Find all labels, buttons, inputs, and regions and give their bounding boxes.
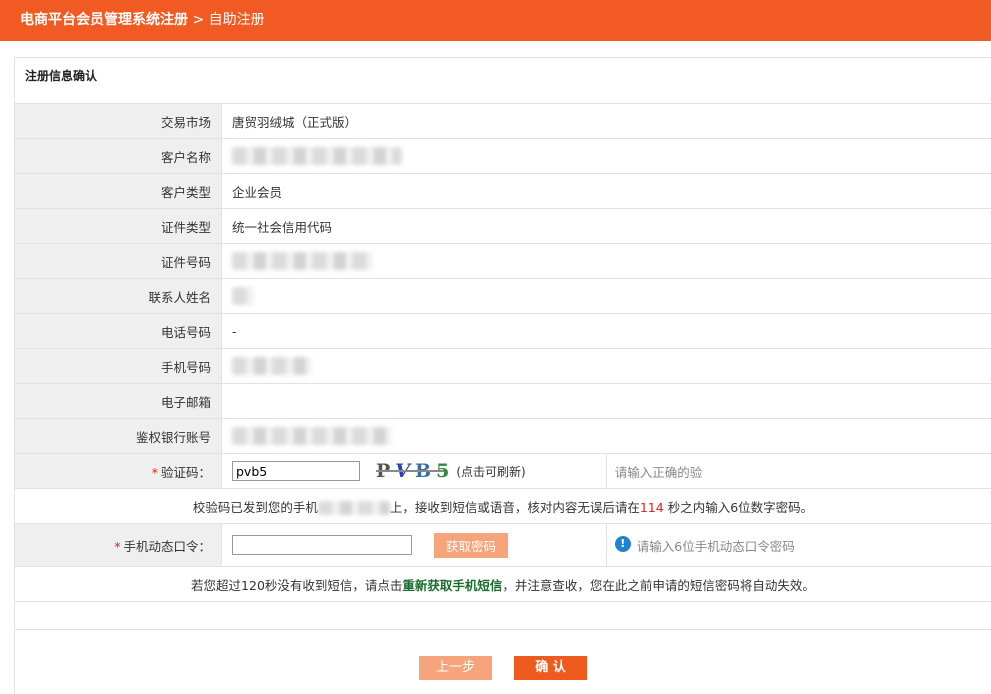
field-row-customer-type: 客户类型 企业会员 [15,173,991,209]
captcha-refresh-link[interactable]: (点击可刷新) [456,465,525,479]
field-row-id-number: 证件号码 [15,243,991,279]
sms-notice-text: 校验码已发到您的手机 [192,499,318,515]
spacer-row [15,601,991,630]
redacted-value [232,427,392,445]
info-icon: ! [614,535,631,552]
field-label: 客户名称 [15,138,222,174]
registration-confirm-panel: 注册信息确认 交易市场 唐贸羽绒城（正式版） 客户名称 客户类型 企业会员 证件… [14,57,991,694]
field-value: - [221,313,991,349]
field-row-bank-account: 鉴权银行账号 [15,418,991,454]
sms-notice-row: 校验码已发到您的手机 上，接收到短信或语音，核对内容无误后请在114 秒之内输入6… [15,488,991,524]
field-label: 证件类型 [15,208,222,244]
captcha-input[interactable] [232,461,360,481]
captcha-row: *验证码： PVB5(点击可刷新) 请输入正确的验 [15,453,991,489]
panel-title: 注册信息确认 [15,58,991,104]
redacted-value [232,287,254,305]
redacted-value [232,252,372,270]
field-value [221,383,991,419]
field-label: 客户类型 [15,173,222,209]
captcha-hint: 请输入正确的验 [605,453,991,489]
button-bar: 上一步确 认 [15,656,991,680]
dynamic-code-row: * 手机动态口令： 获取密码 ! 请输入6位手机动态口令密码 [15,523,991,567]
field-row-id-type: 证件类型 统一社会信用代码 [15,208,991,244]
field-row-market: 交易市场 唐贸羽绒城（正式版） [15,104,991,139]
resend-sms-link[interactable]: 重新获取手机短信 [402,578,502,593]
previous-step-button[interactable]: 上一步 [419,656,492,680]
redacted-value [232,147,402,165]
field-label: 交易市场 [15,104,222,139]
get-password-button[interactable]: 获取密码 [433,532,508,558]
field-label: 联系人姓名 [15,278,222,314]
field-row-email: 电子邮箱 [15,383,991,419]
header-bar: 电商平台会员管理系统注册 > 自助注册 [0,0,991,41]
redacted-value [232,357,312,375]
captcha-label: 验证码： [160,464,211,480]
sms-notice-text: 上，接收到短信或语音，核对内容无误后请在 [389,499,640,515]
field-label: 手机号码 [15,348,222,384]
redacted-phone [317,501,390,515]
captcha-image[interactable]: PVB5 [375,460,454,482]
dynamic-code-input[interactable] [232,535,412,555]
field-row-customer-name: 客户名称 [15,138,991,174]
field-label: 电话号码 [15,313,222,349]
required-mark: * [114,538,121,554]
field-value: 企业会员 [221,173,991,209]
field-row-contact-name: 联系人姓名 [15,278,991,314]
required-mark: * [151,464,158,480]
field-label: 鉴权银行账号 [15,418,222,454]
breadcrumb-system[interactable]: 电商平台会员管理系统注册 [20,12,188,28]
info-table: 交易市场 唐贸羽绒城（正式版） 客户名称 客户类型 企业会员 证件类型 统一社会… [15,104,991,630]
resend-notice-text: ，并注意查收，您在此之前申请的短信密码将自动失效。 [502,577,815,593]
sms-notice-text: 秒之内输入6位数字密码。 [667,499,814,515]
field-row-mobile: 手机号码 [15,348,991,384]
confirm-button[interactable]: 确 认 [514,656,587,680]
dynamic-code-hint: 请输入6位手机动态口令密码 [636,538,795,554]
breadcrumb-current: 自助注册 [208,12,265,28]
field-value: 统一社会信用代码 [221,208,991,244]
field-label: 电子邮箱 [15,383,222,419]
breadcrumb-separator: > [188,12,209,28]
resend-notice-text: 若您超过120秒没有收到短信，请点击 [191,577,403,593]
field-row-phone: 电话号码 - [15,313,991,349]
countdown-seconds: 114 [639,499,664,515]
resend-notice-row: 若您超过120秒没有收到短信，请点击重新获取手机短信，并注意查收，您在此之前申请… [15,566,991,602]
field-value: 唐贸羽绒城（正式版） [221,104,991,139]
dynamic-code-label: 手机动态口令： [123,538,211,554]
field-label: 证件号码 [15,243,222,279]
